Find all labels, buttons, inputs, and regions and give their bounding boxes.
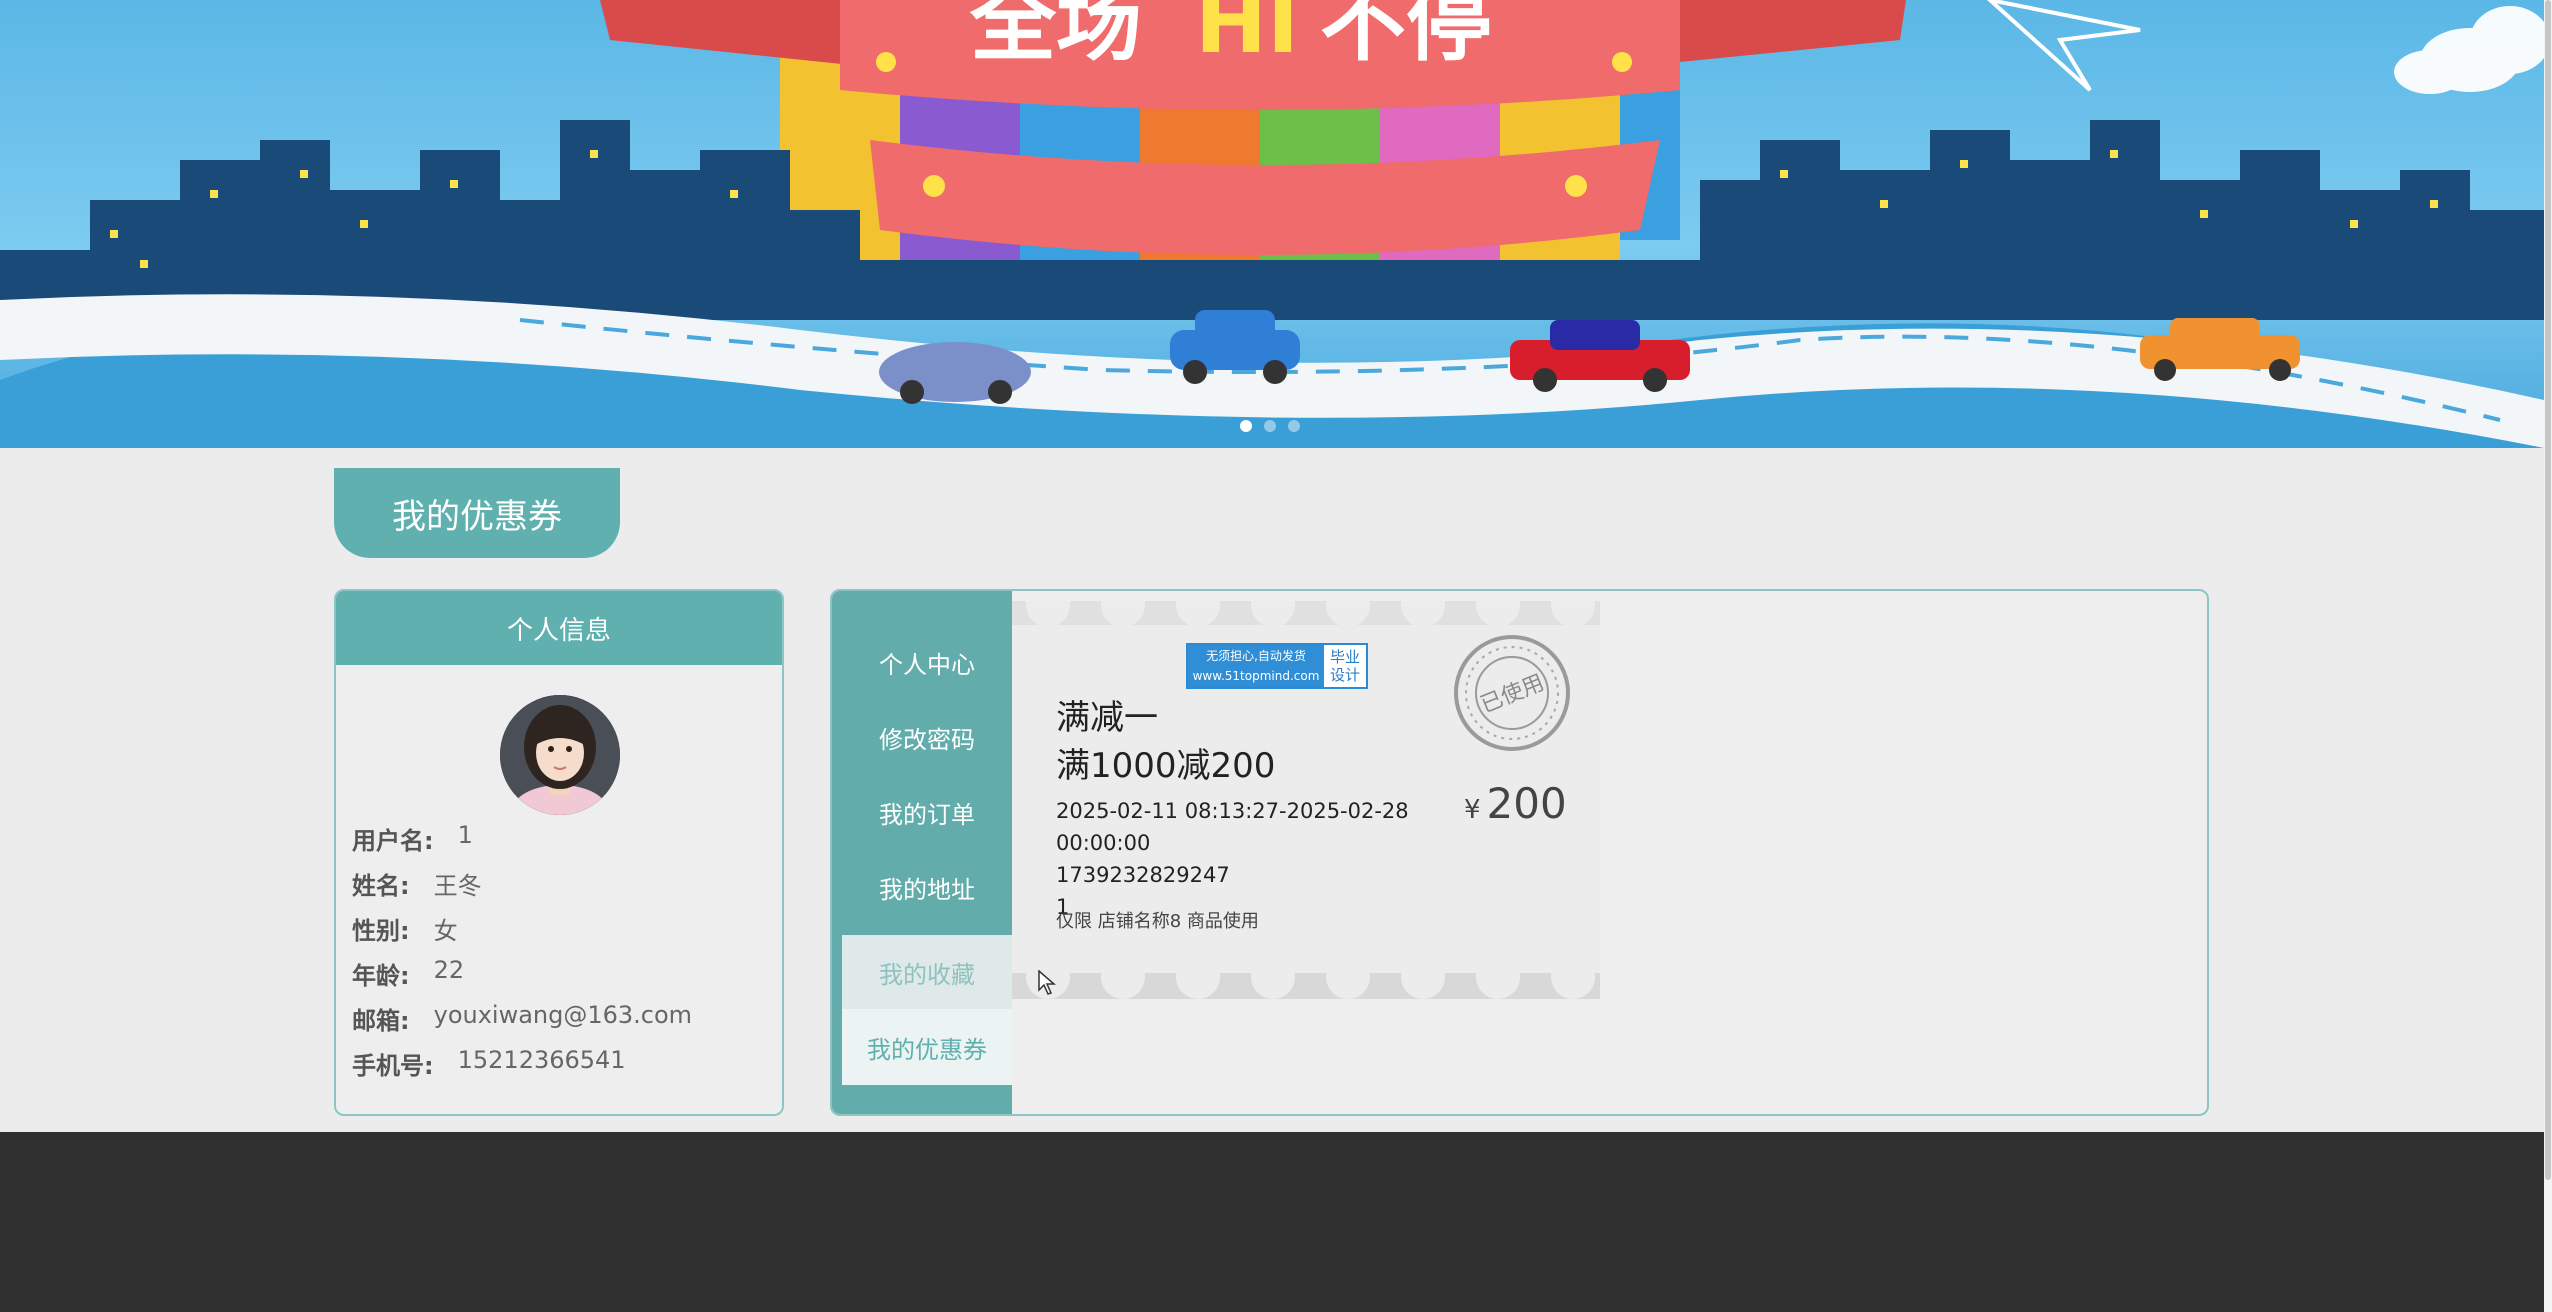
svg-text:不停: 不停 [1320, 0, 1492, 73]
coupon-amount: ¥ 200 [1464, 779, 1567, 828]
name-label: 姓名: [352, 872, 410, 900]
coupon-scope: 仅限 店铺名称8 商品使用 [1056, 911, 1259, 932]
watermark-line-1: 无须担心,自动发货 [1206, 649, 1306, 663]
email-value: youxiwang@163.com [433, 1001, 693, 1029]
carousel-dot-2[interactable] [1264, 420, 1276, 432]
watermark-right: 毕业 设计 [1324, 645, 1366, 687]
username-value: 1 [457, 821, 473, 849]
carousel-dot-3[interactable] [1288, 420, 1300, 432]
watermark-right-line-1: 毕业 [1329, 648, 1360, 666]
scrollbar-thumb[interactable] [2545, 0, 2551, 1180]
coupon-panel: 个人中心 修改密码 我的订单 我的地址 我的收藏 我的优惠券 无须担心,自动发货… [830, 589, 2209, 1116]
info-row-gender: 性别: 女 [352, 911, 458, 946]
coupon-code: 1739232829247 [1056, 863, 1230, 887]
menu-item-my-favorites[interactable]: 我的收藏 [842, 935, 1012, 1009]
name-value: 王冬 [433, 872, 482, 900]
watermark-line-2: www.51topmind.com [1192, 669, 1320, 683]
page-footer [0, 1132, 2544, 1312]
watermark-right-line-2: 设计 [1329, 666, 1360, 684]
age-value: 22 [433, 956, 465, 984]
banner-carousel[interactable]: 全场 HI 不停 [0, 0, 2544, 448]
stamp-text: 已使用 [1477, 670, 1548, 718]
watermark-left: 无须担心,自动发货 www.51topmind.com [1188, 645, 1324, 687]
carousel-indicators [1240, 420, 1300, 432]
menu-item-my-orders[interactable]: 我的订单 [842, 775, 1012, 849]
used-stamp: 已使用 [1452, 633, 1572, 753]
gender-value: 女 [433, 917, 458, 945]
profile-card-header: 个人信息 [336, 591, 782, 665]
coupon-validity-end: 00:00:00 [1056, 831, 1151, 855]
svg-text:全场: 全场 [969, 0, 1142, 73]
username-label: 用户名: [352, 827, 434, 855]
info-row-email: 邮箱: youxiwang@163.com [352, 1001, 692, 1036]
info-row-name: 姓名: 王冬 [352, 866, 482, 901]
carousel-dot-1[interactable] [1240, 420, 1252, 432]
menu-item-personal-center[interactable]: 个人中心 [842, 625, 1012, 699]
page-scrollbar[interactable] [2544, 0, 2552, 1312]
phone-value: 15212366541 [457, 1046, 626, 1074]
section-title-tab: 我的优惠券 [334, 468, 620, 558]
phone-label: 手机号: [352, 1052, 434, 1080]
banner-illustration: 全场 HI 不停 [0, 0, 2544, 448]
coupon-rule: 满1000减200 [1056, 746, 1276, 786]
watermark-badge: 无须担心,自动发货 www.51topmind.com 毕业 设计 [1186, 643, 1368, 689]
info-row-phone: 手机号: 15212366541 [352, 1046, 626, 1081]
discount-amount: 200 [1486, 779, 1567, 828]
email-label: 邮箱: [352, 1007, 410, 1035]
svg-text:HI: HI [1195, 0, 1299, 73]
currency-symbol: ¥ [1464, 795, 1481, 825]
info-row-age: 年龄: 22 [352, 956, 464, 991]
menu-item-my-address[interactable]: 我的地址 [842, 850, 1012, 924]
menu-item-change-password[interactable]: 修改密码 [842, 700, 1012, 774]
profile-card: 个人信息 用户名: 1 姓名: 王冬 性别: 女 年龄: 22 邮箱: youx… [334, 589, 784, 1116]
coupon-validity-start: 2025-02-11 08:13:27-2025-02-28 [1056, 799, 1409, 823]
user-side-menu: 个人中心 修改密码 我的订单 我的地址 我的收藏 我的优惠券 [832, 591, 1012, 1114]
age-label: 年龄: [352, 962, 410, 990]
gender-label: 性别: [352, 917, 410, 945]
avatar [500, 695, 620, 815]
mouse-cursor-icon [1038, 970, 1056, 995]
coupon-ticket[interactable]: 无须担心,自动发货 www.51topmind.com 毕业 设计 满减一 满1… [1012, 601, 1600, 1009]
coupon-title: 满减一 [1056, 698, 1158, 738]
menu-item-my-coupons[interactable]: 我的优惠券 [842, 1009, 1012, 1085]
info-row-username: 用户名: 1 [352, 821, 473, 856]
